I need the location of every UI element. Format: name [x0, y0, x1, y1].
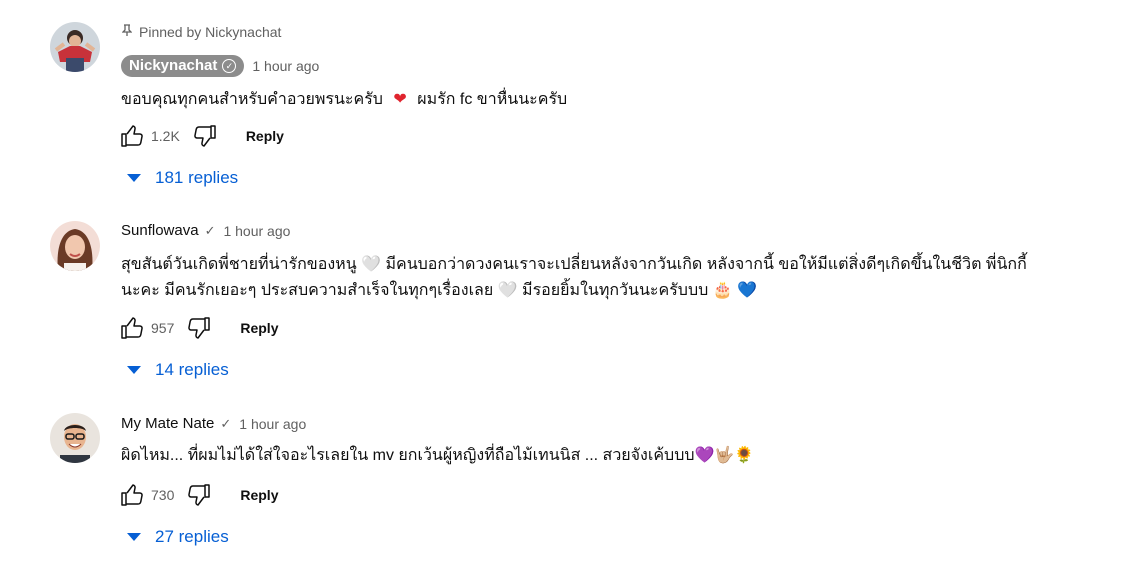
author-name: Nickynachat [129, 57, 218, 74]
comment-text: สุขสันต์วันเกิดพี่ชายที่น่ารักของหนู 🤍 ม… [121, 252, 1081, 304]
thumbs-up-icon[interactable] [119, 482, 145, 508]
reply-button[interactable]: Reply [240, 487, 278, 503]
comment-text-line: นะคะ มีคนรักเยอะๆ ประสบความสำเร็จในทุกๆเ… [121, 282, 758, 299]
timestamp[interactable]: 1 hour ago [223, 223, 290, 239]
thumbs-down-icon[interactable] [192, 123, 218, 149]
pin-icon [121, 24, 133, 40]
comment-text-part: ขอบคุณทุกคนสำหรับคำอวยพรนะครับ [121, 91, 383, 108]
avatar[interactable] [50, 22, 100, 72]
comment-text: ขอบคุณทุกคนสำหรับคำอวยพรนะครับ ❤ ผมรัก f… [121, 86, 1081, 113]
caret-down-icon [127, 533, 141, 541]
comment-text-line: สุขสันต์วันเกิดพี่ชายที่น่ารักของหนู 🤍 ม… [121, 256, 1027, 273]
reply-button[interactable]: Reply [240, 320, 278, 336]
heart-emoji: ❤ [393, 89, 407, 108]
comment-text-part: ผมรัก fc ขาหื่นนะครับ [417, 91, 568, 108]
caret-down-icon [127, 366, 141, 374]
thumbs-down-icon[interactable] [186, 482, 212, 508]
timestamp[interactable]: 1 hour ago [239, 416, 306, 432]
replies-toggle[interactable]: 14 replies [127, 360, 229, 380]
replies-count: 27 replies [155, 527, 229, 546]
replies-toggle[interactable]: 181 replies [127, 168, 238, 188]
thumbs-up-icon[interactable] [119, 315, 145, 341]
replies-toggle[interactable]: 27 replies [127, 527, 229, 547]
check-icon: ✓ [204, 222, 216, 238]
comment-actions: 957 Reply [119, 315, 278, 341]
author-row: My Mate Nate ✓ 1 hour ago [121, 415, 306, 432]
comment-text-line: ผิดไหม... ที่ผมไม่ได้ใส่ใจอะไรเลยใน mv ย… [121, 447, 755, 464]
replies-count: 181 replies [155, 168, 239, 187]
avatar[interactable] [50, 221, 100, 271]
avatar[interactable] [50, 413, 100, 463]
like-count: 957 [151, 320, 175, 336]
timestamp[interactable]: 1 hour ago [252, 58, 319, 74]
comment-actions: 1.2K Reply [119, 123, 284, 149]
thumbs-up-icon[interactable] [119, 123, 145, 149]
author-row: Nickynachat ✓ 1 hour ago [121, 55, 319, 77]
verified-icon: ✓ [222, 58, 237, 73]
like-count: 1.2K [151, 128, 180, 144]
author-chip[interactable]: Nickynachat ✓ [121, 55, 245, 77]
comment-actions: 730 Reply [119, 482, 278, 508]
comment-text: ผิดไหม... ที่ผมไม่ได้ใส่ใจอะไรเลยใน mv ย… [121, 443, 1081, 469]
pinned-text: Pinned by Nickynachat [139, 24, 282, 40]
author-name[interactable]: My Mate Nate [121, 415, 214, 432]
check-icon: ✓ [220, 415, 232, 431]
reply-button[interactable]: Reply [246, 128, 284, 144]
thumbs-down-icon[interactable] [186, 315, 212, 341]
author-name[interactable]: Sunflowava [121, 222, 199, 239]
pinned-label: Pinned by Nickynachat [121, 24, 281, 40]
caret-down-icon [127, 174, 141, 182]
replies-count: 14 replies [155, 360, 229, 379]
like-count: 730 [151, 487, 175, 503]
author-row: Sunflowava ✓ 1 hour ago [121, 222, 290, 239]
